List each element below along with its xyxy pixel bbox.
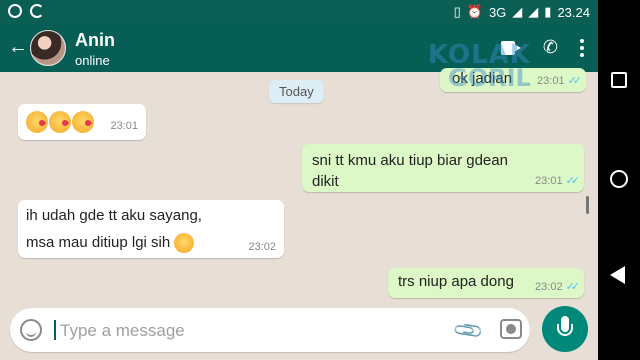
clock: 23.24 <box>557 4 590 20</box>
watermark-line2: GORIL <box>448 64 531 92</box>
notification-ring-icon <box>8 4 22 18</box>
scrollbar[interactable] <box>586 196 589 214</box>
message-input-field[interactable]: Type a message 📎 <box>10 308 530 352</box>
menu-icon[interactable] <box>580 38 584 57</box>
message-in-1[interactable]: 23:01 <box>18 104 146 140</box>
read-ticks-icon: ✓✓ <box>567 75 583 87</box>
network-type: 3G <box>488 4 507 20</box>
mic-icon[interactable] <box>542 306 588 352</box>
vibrate-icon: ▯ <box>453 4 461 19</box>
back-arrow-icon[interactable]: ← <box>8 36 28 59</box>
kissing-heart-emoji-icon <box>49 111 71 133</box>
read-ticks-icon: ✓✓ <box>565 175 581 187</box>
chat-screen: ▯ ⏰ 3G ◢ ◢ ▮ 23.24 ← Anin online ✆ ok ja… <box>0 0 598 360</box>
message-list[interactable]: ok jadian 23:01 ✓✓ Today 23:01 sni tt kmu… <box>0 68 598 304</box>
read-ticks-icon: ✓✓ <box>565 281 581 293</box>
message-out-3[interactable]: trs niup apa dong 23:02 ✓✓ <box>388 268 584 298</box>
nav-back-icon[interactable] <box>610 266 625 284</box>
watermark: KOLAK GORIL <box>428 40 558 106</box>
message-time: 23:02 <box>248 241 276 253</box>
attach-icon[interactable]: 📎 <box>451 313 486 348</box>
emoji-icon[interactable] <box>20 319 42 341</box>
message-text: sni tt kmu aku tiup biar gdean dikit <box>312 152 508 190</box>
message-input-placeholder[interactable]: Type a message <box>60 321 185 341</box>
message-time: 23:01 <box>535 174 563 187</box>
composer: Type a message 📎 <box>0 304 598 360</box>
recent-apps-icon[interactable] <box>611 72 627 88</box>
signal-icon: ◢ <box>512 4 523 19</box>
message-out-2[interactable]: sni tt kmu aku tiup biar gdean dikit 23:… <box>302 144 584 192</box>
home-icon[interactable] <box>610 170 628 188</box>
contact-name[interactable]: Anin <box>75 30 115 51</box>
message-text: trs niup apa dong <box>398 273 514 290</box>
text-caret <box>54 320 56 340</box>
message-in-2[interactable]: ih udah gde tt aku sayang, msa mau ditiu… <box>18 200 284 258</box>
battery-icon: ▮ <box>544 4 552 19</box>
kissing-heart-emoji-icon <box>26 111 48 133</box>
kissing-heart-emoji-icon <box>72 111 94 133</box>
blush-emoji-icon <box>174 233 195 253</box>
message-time: 23:02 <box>535 280 563 293</box>
message-text-line1: ih udah gde tt aku sayang, <box>26 207 202 224</box>
date-chip: Today <box>269 80 324 103</box>
message-time: 23:01 <box>110 120 138 132</box>
message-text-line2: msa mau ditiup lgi sih <box>26 233 171 251</box>
android-nav-bar <box>598 0 640 360</box>
camera-icon[interactable] <box>500 319 522 339</box>
contact-status: online <box>75 53 110 68</box>
avatar[interactable] <box>30 30 66 66</box>
alarm-icon: ⏰ <box>466 4 483 19</box>
signal-2-icon: ◢ <box>528 4 539 19</box>
sync-icon <box>30 4 44 18</box>
status-bar: ▯ ⏰ 3G ◢ ◢ ▮ 23.24 <box>0 0 598 24</box>
